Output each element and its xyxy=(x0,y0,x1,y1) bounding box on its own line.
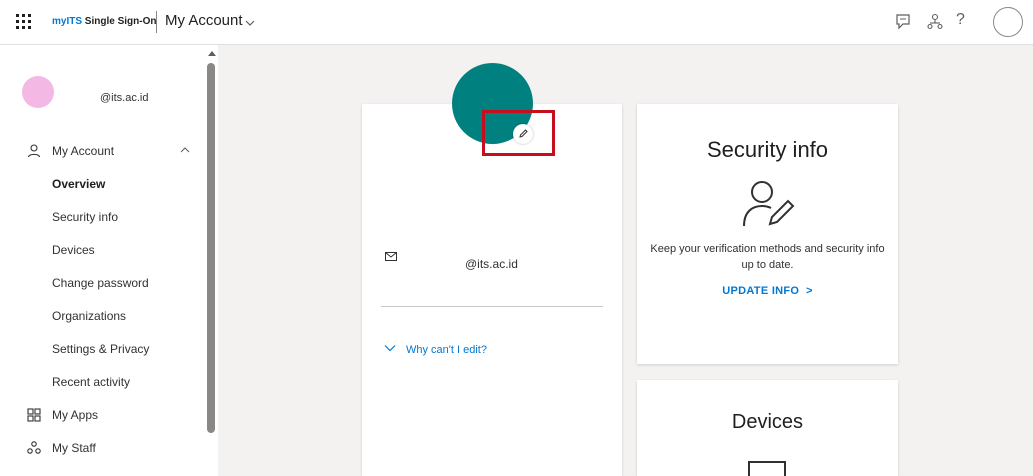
top-bar: myITS Single Sign-On My Account ? xyxy=(0,0,1033,45)
update-info-link[interactable]: UPDATE INFO > xyxy=(637,285,898,297)
sidebar-item-label: Recent activity xyxy=(52,375,131,389)
chevron-down-icon[interactable] xyxy=(244,17,256,29)
security-info-description: Keep your verification methods and secur… xyxy=(650,243,885,271)
sidebar-user-email: @its.ac.id xyxy=(100,92,149,104)
brand-prefix: myITS xyxy=(52,16,83,27)
sidebar-item-my-apps[interactable]: My Apps xyxy=(0,400,205,430)
person-icon xyxy=(27,144,41,158)
sidebar-item-label: Settings & Privacy xyxy=(52,342,150,356)
sidebar-scrollbar-thumb[interactable] xyxy=(207,63,215,433)
sidebar-item-organizations[interactable]: Organizations xyxy=(0,301,205,331)
sidebar-item-recent-activity[interactable]: Recent activity xyxy=(0,367,205,397)
header-divider xyxy=(156,11,157,33)
app-launcher-icon[interactable] xyxy=(16,14,32,30)
sidebar-item-change-password[interactable]: Change password xyxy=(0,268,205,298)
laptop-icon xyxy=(748,461,786,476)
profile-email: @its.ac.id xyxy=(465,257,518,271)
app-title[interactable]: My Account xyxy=(165,12,243,29)
sidebar-item-overview[interactable]: Overview xyxy=(0,169,205,199)
staff-icon xyxy=(27,441,41,454)
sidebar-item-label: Change password xyxy=(52,276,149,290)
security-info-title: Security info xyxy=(706,137,829,162)
sidebar-item-label: Organizations xyxy=(52,309,127,323)
sidebar-item-settings-privacy[interactable]: Settings & Privacy xyxy=(0,334,205,364)
brand-suffix: Single Sign-On xyxy=(82,16,157,27)
sidebar-item-my-account[interactable]: My Account xyxy=(0,136,205,166)
account-avatar-button[interactable] xyxy=(993,7,1023,37)
feedback-icon[interactable] xyxy=(893,12,913,32)
sidebar-item-label: Overview xyxy=(52,177,106,191)
mail-icon xyxy=(385,252,397,261)
sidebar-item-label: Security info xyxy=(52,210,119,224)
update-info-label: UPDATE INFO xyxy=(722,285,800,297)
sidebar-avatar xyxy=(22,76,54,108)
scroll-up-arrow[interactable] xyxy=(208,51,216,56)
sidebar-item-label: My Account xyxy=(52,144,115,158)
help-icon[interactable]: ? xyxy=(956,11,965,29)
sidebar-item-label: My Staff xyxy=(52,441,96,455)
sidebar-item-my-staff[interactable]: My Staff xyxy=(0,433,205,463)
user-edit-icon xyxy=(743,181,795,227)
devices-title: Devices xyxy=(731,411,804,433)
sidebar-item-devices[interactable]: Devices xyxy=(0,235,205,265)
chevron-down-icon[interactable] xyxy=(384,344,396,352)
chevron-right-icon: > xyxy=(806,285,813,297)
sidebar-item-label: Devices xyxy=(52,243,95,257)
why-cant-edit-link[interactable]: Why can't I edit? xyxy=(406,344,487,356)
sidebar-item-label: My Apps xyxy=(52,408,99,422)
chevron-up-icon[interactable] xyxy=(180,145,190,155)
apps-icon xyxy=(27,408,41,422)
sidebar-item-security-info[interactable]: Security info xyxy=(0,202,205,232)
organization-icon[interactable] xyxy=(925,12,945,32)
profile-card xyxy=(362,104,622,476)
sidebar: @its.ac.id My Account Overview Security … xyxy=(0,45,218,476)
highlight-box xyxy=(482,110,555,156)
brand-logo[interactable]: myITS Single Sign-On xyxy=(52,16,156,27)
profile-divider xyxy=(381,306,603,307)
